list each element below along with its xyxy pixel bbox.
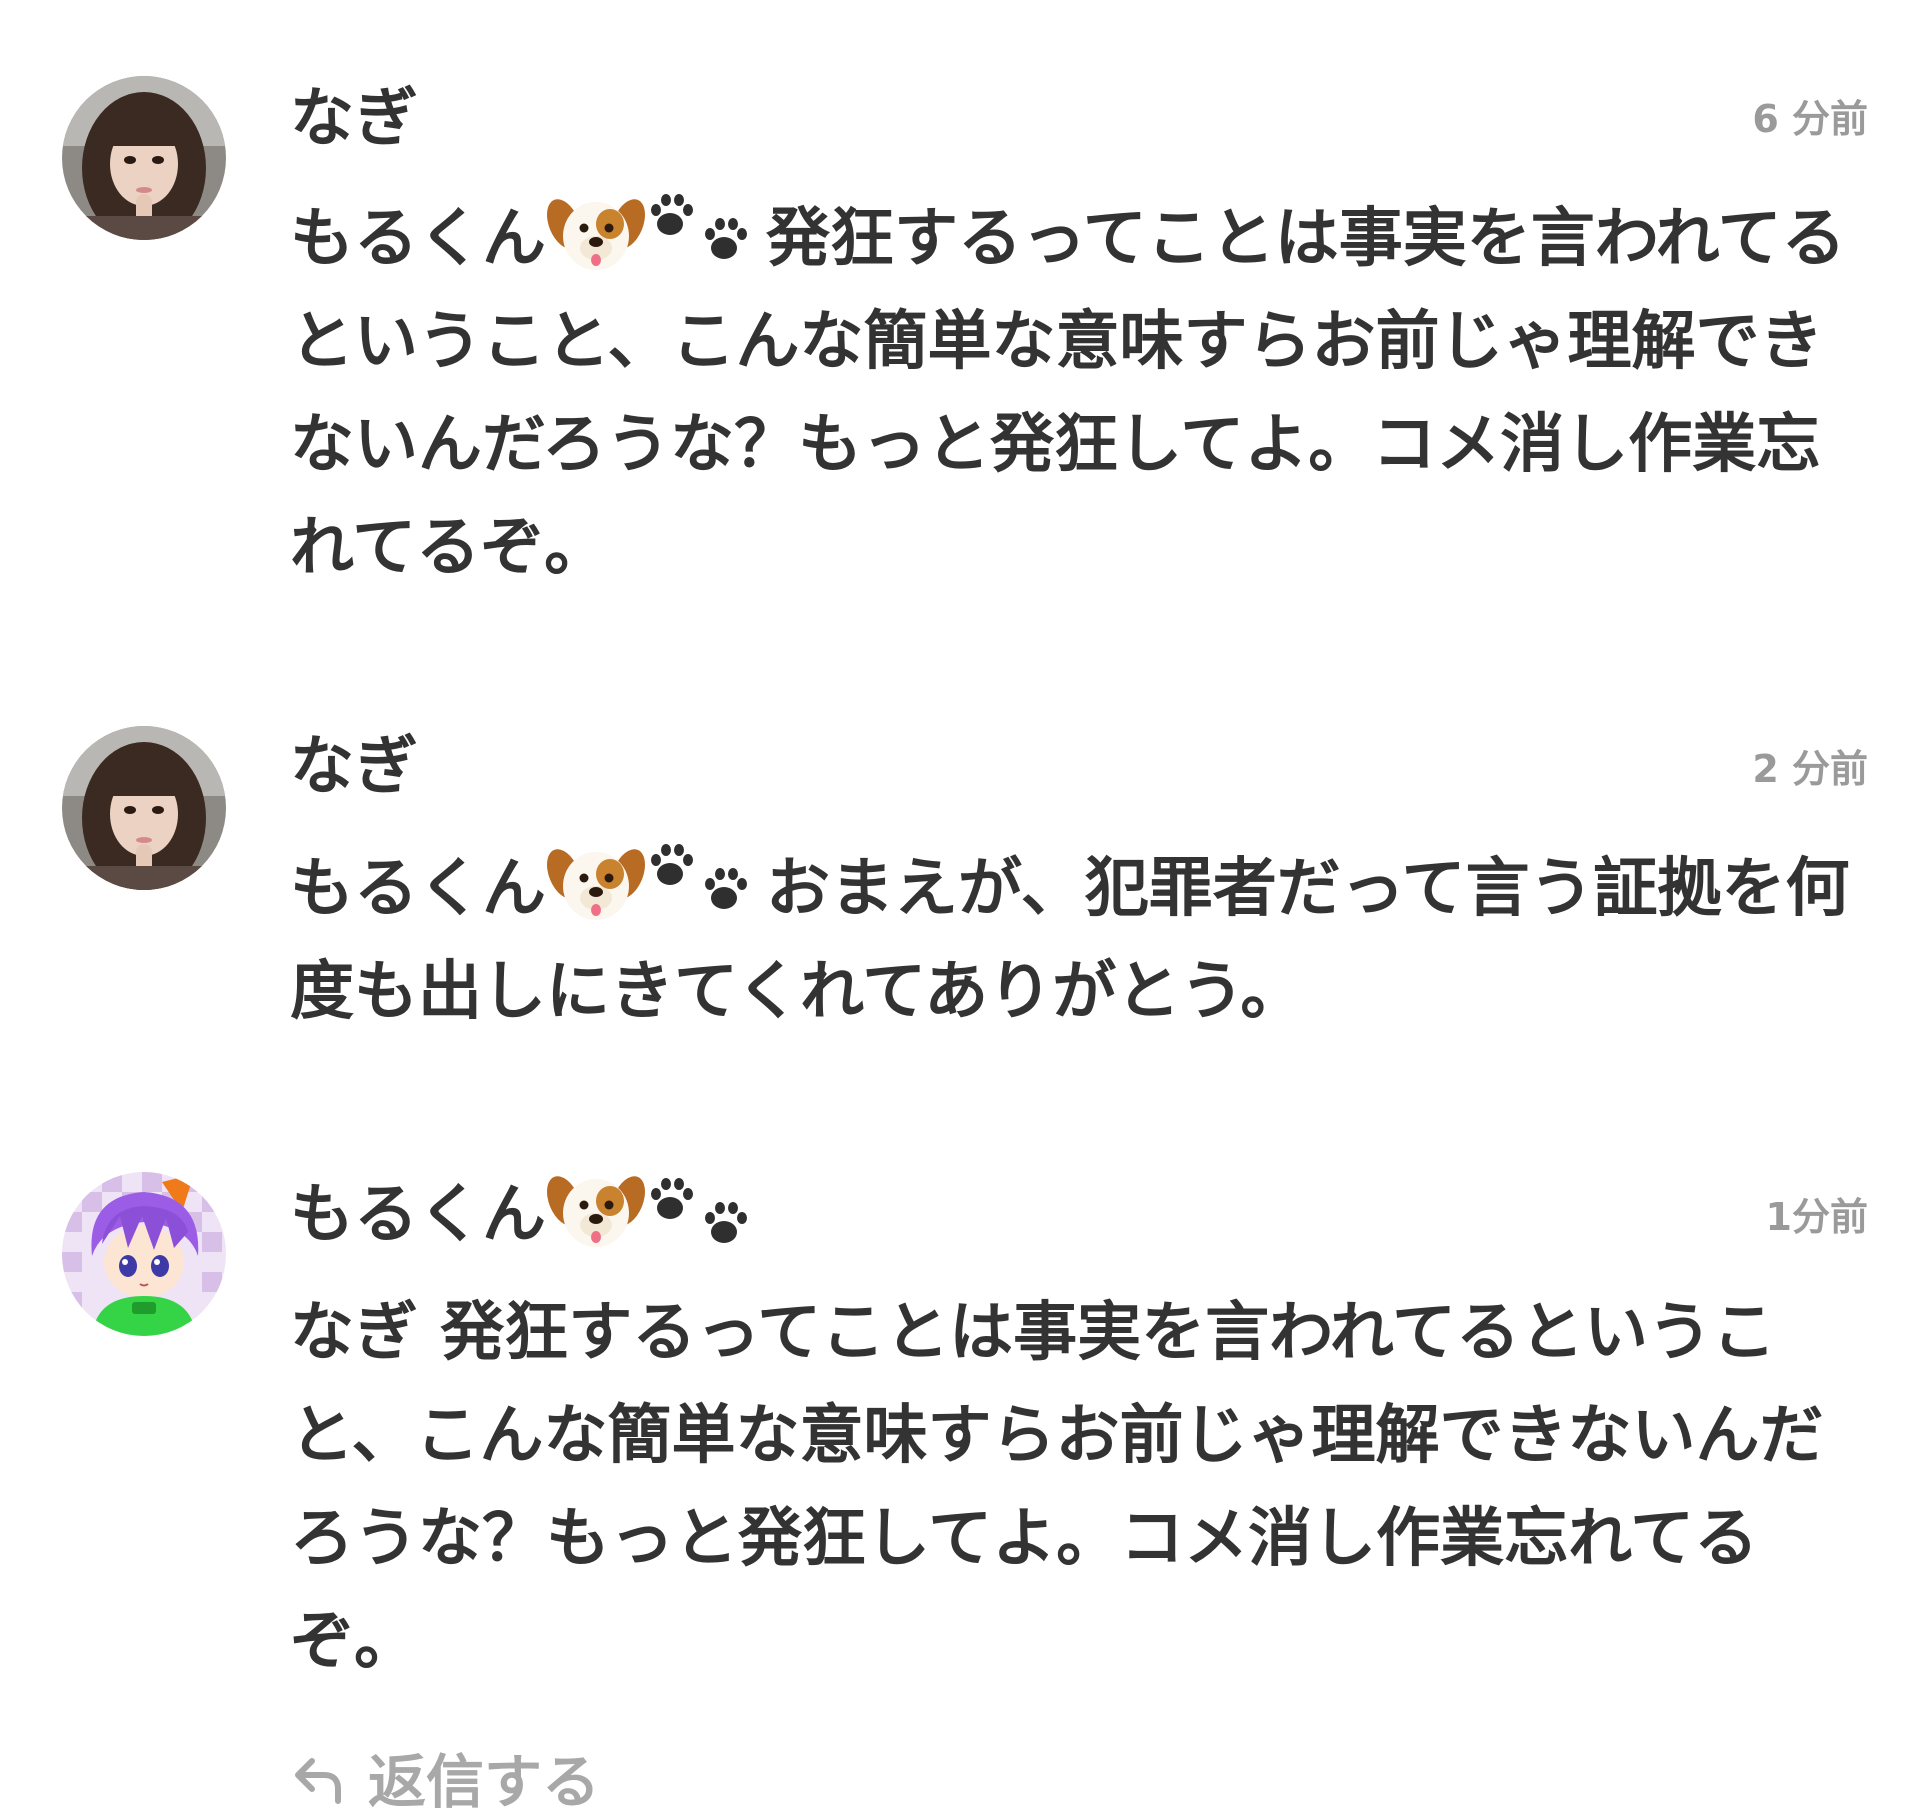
reply-button[interactable]: 返信する [290,1742,600,1816]
reply-label: 返信する [368,1748,601,1816]
anime-avatar-icon [62,1172,226,1336]
photo-avatar-icon [62,76,226,240]
reply-arrow-icon [295,1758,341,1804]
username-text[interactable]: もるくん [290,1163,546,1255]
avatar[interactable] [62,76,226,240]
comment-body: もるくん 発狂するってことは事実を言われてるということ、こんな簡単な意味すらお前じ… [290,184,1880,600]
avatar[interactable] [62,1172,226,1336]
photo-avatar-icon [62,726,226,890]
comment-body: なぎ 発狂するってことは事実を言われてるということ、こんな簡単な意味すらお前じゃ… [290,1296,1824,1679]
paw-prints-icon [648,834,756,916]
dog-face-icon [546,190,646,274]
avatar[interactable] [62,726,226,890]
comment-username[interactable]: もるくん [290,1164,766,1254]
dog-face-icon [546,840,646,924]
comment-body: もるくん おまえが、犯罪者だって言う証拠を何度も出しにきてくれてありがとう。 [290,834,1880,1044]
mention-name[interactable]: もるくん [290,852,546,926]
paw-prints-icon [648,184,756,266]
dog-face-icon [546,1167,646,1251]
mention-name[interactable]: もるくん [290,202,546,276]
comment-timestamp: 2 分前 [1752,747,1868,791]
comment-username[interactable]: なぎ [290,68,418,158]
comment-timestamp: 6 分前 [1752,97,1868,141]
comment-username[interactable]: なぎ [290,716,418,806]
comment-timestamp: 1分前 [1765,1195,1868,1239]
paw-prints-icon [648,1168,756,1250]
